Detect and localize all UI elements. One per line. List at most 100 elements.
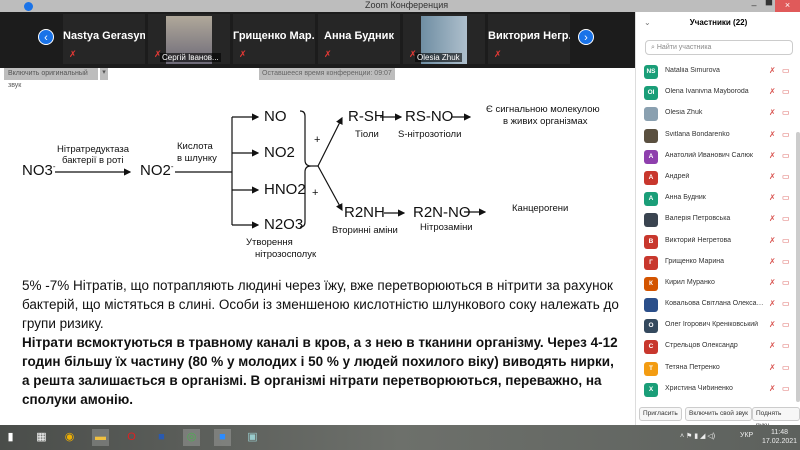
muted-mic-icon: ✗ (769, 277, 776, 287)
avatar (644, 213, 658, 228)
scrollbar[interactable] (796, 132, 800, 402)
start-button[interactable]: ▮ (2, 429, 19, 446)
unmute-self-button[interactable]: Включить свой звук (685, 407, 753, 421)
video-tile[interactable]: ✗ Olesia Zhuk (403, 14, 485, 64)
avatar: К (644, 276, 658, 291)
participant-item[interactable]: Ковальова Світлана Олександрівна ✗ ▭ (636, 295, 796, 316)
next-page-button[interactable]: › (578, 29, 594, 45)
participant-item[interactable]: Olesia Zhuk ✗ ▭ (636, 104, 796, 125)
participant-name: Olesia Zhuk (665, 109, 703, 117)
nitrosamine-label: Нітрозаміни (420, 222, 473, 233)
video-strip: ‹ Nastya Gerasym...✗ ✗Сергій Іванов... Г… (0, 12, 635, 68)
product-formula: HNO2 (264, 181, 306, 198)
avatar: В (644, 234, 658, 249)
participant-item[interactable]: OI Olena Ivanivna Mayboroda ✗ ▭ (636, 83, 796, 104)
clock[interactable]: 11:48 17.02.2021 (762, 428, 797, 446)
muted-mic-icon: ✗ (769, 214, 776, 224)
participant-item[interactable]: Г Грищенко Марина ✗ ▭ (636, 253, 796, 274)
products-label: нітрозосполук (255, 249, 317, 260)
restore-button[interactable]: ▀ (763, 0, 775, 12)
zoom-icon[interactable]: ■ (214, 429, 231, 446)
avatar: А (644, 149, 658, 164)
participant-name: Анатолий Иванович Салюк (665, 151, 753, 159)
enzyme-label: Нітратредуктаза (57, 144, 130, 155)
paragraph-nitrites: 5% -7% Нітратів, що потрапляють людині ч… (22, 278, 619, 331)
video-tile[interactable]: Анна Будник ✗ (318, 14, 400, 64)
participant-search-input[interactable]: ⌕ Найти участника (645, 40, 793, 55)
minimize-button[interactable]: – (745, 0, 763, 12)
thiol-label: Тіоли (355, 129, 379, 140)
participant-item[interactable]: Т Тетяна Петренко ✗ ▭ (636, 359, 796, 380)
app-icon[interactable]: ◉ (61, 429, 78, 446)
participant-item[interactable]: К Кирил Муранко ✗ ▭ (636, 274, 796, 295)
avatar (644, 128, 658, 143)
video-tile[interactable]: Виктория Негр... ✗ (488, 14, 570, 64)
participant-name: Викторий Негретова (665, 236, 732, 244)
carcinogens-label: Канцерогени (512, 203, 569, 214)
participant-item[interactable]: Svitlana Bondarenko ✗ ▭ (636, 126, 796, 147)
tray-icons[interactable]: ˄ ⚑ ▮ ◢ ◁) (680, 432, 715, 440)
muted-mic-icon: ✗ (769, 299, 776, 309)
muted-mic-icon: ✗ (769, 171, 776, 181)
video-off-icon: ▭ (782, 66, 790, 75)
video-off-icon: ▭ (782, 341, 790, 351)
muted-mic-icon: ✗ (769, 66, 776, 75)
participant-item[interactable]: А Анна Будник ✗ ▭ (636, 189, 796, 210)
plus-sign: + (312, 187, 319, 199)
video-tile[interactable]: Nastya Gerasym... ✗ (63, 14, 145, 64)
participant-name: Андрей (665, 172, 690, 180)
file-explorer-icon[interactable]: ▬ (92, 429, 109, 446)
raise-hand-button[interactable]: Поднять руку (752, 407, 800, 429)
avatar: О (644, 319, 658, 334)
opera-icon[interactable]: O (123, 429, 140, 446)
close-button[interactable]: × (775, 0, 800, 12)
video-off-icon: ▭ (782, 129, 790, 139)
products-label: Утворення (246, 237, 293, 248)
participant-item[interactable]: О Олег Ігорович Креніковський ✗ ▭ (636, 316, 796, 337)
calendar-app-icon[interactable]: ▦ (33, 429, 50, 446)
language-indicator[interactable]: УКР (740, 432, 753, 439)
muted-mic-icon: ✗ (769, 235, 776, 245)
app-icon[interactable]: ■ (153, 429, 170, 446)
video-off-icon: ▭ (782, 235, 790, 245)
participant-item[interactable]: А Андрей ✗ ▭ (636, 168, 796, 189)
muted-mic-icon: ✗ (239, 49, 247, 59)
avatar (644, 298, 658, 313)
participant-item[interactable]: NS Nataliia Simurova ✗ ▭ (636, 62, 796, 83)
muted-mic-icon: ✗ (769, 383, 776, 393)
video-off-icon: ▭ (782, 171, 790, 181)
prev-page-button[interactable]: ‹ (38, 29, 54, 45)
participant-name: Svitlana Bondarenko (665, 130, 730, 138)
original-sound-button[interactable]: Включить оригинальный звук (4, 68, 98, 89)
participant-name: Nastya Gerasym... (63, 30, 145, 42)
participant-item[interactable]: Валерія Петровська ✗ ▭ (636, 210, 796, 231)
nitrosamine-formula: R2N-NO (413, 204, 471, 221)
signal-label: в живих організмах (503, 116, 588, 127)
invite-button[interactable]: Пригласить (639, 407, 682, 421)
participant-name: Тетяна Петренко (665, 363, 720, 371)
acid-label: в шлунку (177, 153, 217, 164)
video-tile[interactable]: ✗ Сергій Іванов... (148, 14, 230, 64)
zoom-logo-icon (24, 2, 33, 11)
participant-item[interactable]: Х Христина Чибиненко ✗ ▭ (636, 380, 796, 401)
muted-mic-icon: ✗ (769, 256, 776, 266)
original-sound-dropdown[interactable]: ▾ (100, 68, 108, 80)
muted-mic-icon: ✗ (769, 150, 776, 160)
video-off-icon: ▭ (782, 193, 790, 203)
participant-name: Olesia Zhuk (415, 53, 462, 62)
video-tile[interactable]: Грищенко Мар... ✗ (233, 14, 315, 64)
chrome-icon[interactable]: ◎ (183, 429, 200, 446)
muted-mic-icon: ✗ (769, 341, 776, 351)
video-off-icon: ▭ (782, 214, 790, 224)
share-toolbar: Включить оригинальный звук ▾ Оставшееся … (0, 68, 635, 89)
participant-item[interactable]: С Стрельцов Олександр ✗ ▭ (636, 337, 796, 358)
muted-mic-icon: ✗ (769, 193, 776, 203)
participant-item[interactable]: А Анатолий Иванович Салюк ✗ ▭ (636, 147, 796, 168)
participant-name: Olena Ivanivna Mayboroda (665, 88, 749, 96)
participants-panel: ⌄ Участники (22) ⌕ Найти участника NS Na… (635, 12, 800, 429)
image-viewer-icon[interactable]: ▣ (244, 429, 261, 446)
video-off-icon: ▭ (782, 362, 790, 372)
participant-item[interactable]: В Викторий Негретова ✗ ▭ (636, 232, 796, 253)
video-off-icon: ▭ (782, 256, 790, 266)
muted-mic-icon: ✗ (769, 129, 776, 139)
